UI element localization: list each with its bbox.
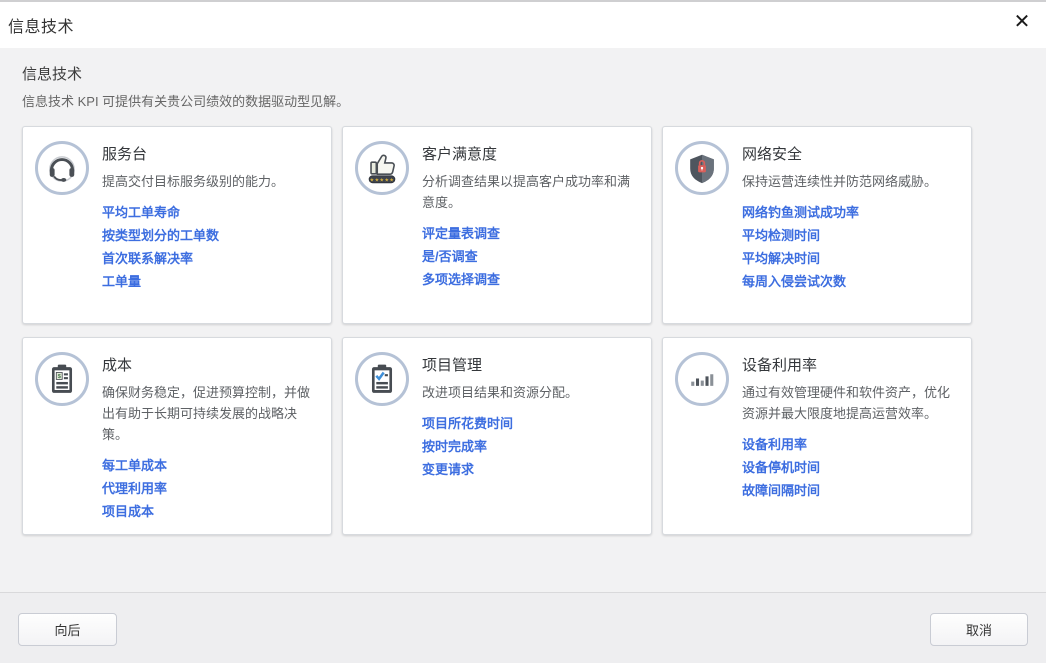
kpi-link[interactable]: 平均工单寿命 [102,205,317,221]
card-title: 项目管理 [422,354,637,375]
back-button[interactable]: 向后 [18,613,117,646]
card-title: 服务台 [102,143,317,164]
kpi-link-list: 网络钓鱼测试成功率 平均检测时间 平均解决时间 每周入侵尝试次数 [742,205,957,290]
card-project-management: 项目管理 改进项目结果和资源分配。 项目所花费时间 按时完成率 变更请求 [342,337,652,535]
card-service-desk: 服务台 提高交付目标服务级别的能力。 平均工单寿命 按类型划分的工单数 首次联系… [22,126,332,324]
kpi-link[interactable]: 平均解决时间 [742,251,957,267]
card-body: 成本 确保财务稳定，促进预算控制，并做出有助于长期可持续发展的战略决策。 每工单… [102,352,317,527]
card-body: 设备利用率 通过有效管理硬件和软件资产，优化资源并最大限度地提高运营效率。 设备… [742,352,957,506]
dialog-title: 信息技术 [8,13,74,37]
card-title: 客户满意度 [422,143,637,164]
kpi-link-list: 项目所花费时间 按时完成率 变更请求 [422,416,637,478]
kpi-link[interactable]: 评定量表调查 [422,226,637,242]
kpi-link[interactable]: 平均检测时间 [742,228,957,244]
card-body: 服务台 提高交付目标服务级别的能力。 平均工单寿命 按类型划分的工单数 首次联系… [102,141,317,297]
card-description: 保持运营连续性并防范网络威胁。 [742,171,957,192]
kpi-link[interactable]: 按类型划分的工单数 [102,228,317,244]
card-title: 网络安全 [742,143,957,164]
card-description: 分析调查结果以提高客户成功率和满意度。 [422,171,637,213]
kpi-link[interactable]: 工单量 [102,274,317,290]
it-kpi-dialog: 信息技术 ✕ 信息技术 信息技术 KPI 可提供有关贵公司绩效的数据驱动型见解。 [0,0,1046,663]
headset-icon [35,141,89,195]
bar-chart-icon [675,352,729,406]
section-title: 信息技术 [22,63,1024,84]
kpi-link[interactable]: 按时完成率 [422,439,637,455]
kpi-link[interactable]: 多项选择调查 [422,272,637,288]
kpi-link[interactable]: 项目成本 [102,504,317,520]
card-description: 提高交付目标服务级别的能力。 [102,171,317,192]
card-customer-satisfaction: ★★★★★ 客户满意度 分析调查结果以提高客户成功率和满意度。 评定量表调查 是… [342,126,652,324]
kpi-link[interactable]: 每工单成本 [102,458,317,474]
dialog-footer: 向后 取消 [0,592,1046,663]
cancel-button[interactable]: 取消 [930,613,1028,646]
close-icon[interactable]: ✕ [1006,6,1038,38]
card-cost: $ 成本 确保财务稳定，促进预算控制，并做出有助于长期可持续发展的战略决策。 每… [22,337,332,535]
shield-lock-icon [675,141,729,195]
kpi-link[interactable]: 每周入侵尝试次数 [742,274,957,290]
card-body: 项目管理 改进项目结果和资源分配。 项目所花费时间 按时完成率 变更请求 [422,352,637,485]
section-description: 信息技术 KPI 可提供有关贵公司绩效的数据驱动型见解。 [22,91,1024,110]
kpi-link[interactable]: 故障间隔时间 [742,483,957,499]
card-equipment-utilization: 设备利用率 通过有效管理硬件和软件资产，优化资源并最大限度地提高运营效率。 设备… [662,337,972,535]
card-description: 通过有效管理硬件和软件资产，优化资源并最大限度地提高运营效率。 [742,382,957,424]
card-description: 改进项目结果和资源分配。 [422,382,637,403]
kpi-link[interactable]: 是/否调查 [422,249,637,265]
kpi-link[interactable]: 代理利用率 [102,481,317,497]
kpi-link[interactable]: 项目所花费时间 [422,416,637,432]
dialog-header: 信息技术 ✕ [0,2,1046,48]
svg-text:★★★★★: ★★★★★ [370,177,395,183]
dialog-body: 信息技术 信息技术 KPI 可提供有关贵公司绩效的数据驱动型见解。 服务台 [0,48,1046,592]
kpi-link-list: 平均工单寿命 按类型划分的工单数 首次联系解决率 工单量 [102,205,317,290]
card-description: 确保财务稳定，促进预算控制，并做出有助于长期可持续发展的战略决策。 [102,382,317,445]
card-title: 设备利用率 [742,354,957,375]
kpi-link[interactable]: 首次联系解决率 [102,251,317,267]
kpi-link[interactable]: 网络钓鱼测试成功率 [742,205,957,221]
card-body: 网络安全 保持运营连续性并防范网络威胁。 网络钓鱼测试成功率 平均检测时间 平均… [742,141,957,297]
kpi-card-grid: 服务台 提高交付目标服务级别的能力。 平均工单寿命 按类型划分的工单数 首次联系… [22,126,1024,535]
thumbs-up-rating-icon: ★★★★★ [355,141,409,195]
kpi-link-list: 评定量表调查 是/否调查 多项选择调查 [422,226,637,288]
card-title: 成本 [102,354,317,375]
card-body: 客户满意度 分析调查结果以提高客户成功率和满意度。 评定量表调查 是/否调查 多… [422,141,637,295]
clipboard-dollar-icon: $ [35,352,89,406]
card-network-security: 网络安全 保持运营连续性并防范网络威胁。 网络钓鱼测试成功率 平均检测时间 平均… [662,126,972,324]
kpi-link[interactable]: 设备利用率 [742,437,957,453]
kpi-link-list: 每工单成本 代理利用率 项目成本 [102,458,317,520]
kpi-link[interactable]: 变更请求 [422,462,637,478]
clipboard-check-icon [355,352,409,406]
kpi-link[interactable]: 设备停机时间 [742,460,957,476]
kpi-link-list: 设备利用率 设备停机时间 故障间隔时间 [742,437,957,499]
